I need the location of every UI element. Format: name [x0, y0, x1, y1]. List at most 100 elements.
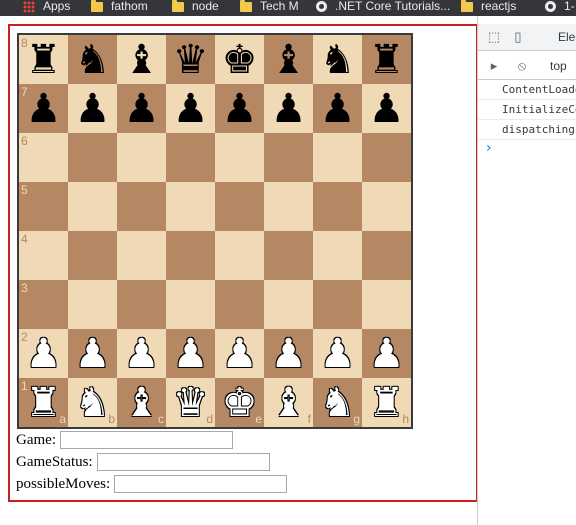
square-a3[interactable]: 3 [19, 280, 68, 329]
black-pawn-icon[interactable]: ♟ [68, 84, 117, 133]
square-b6[interactable] [68, 133, 117, 182]
game-input[interactable] [59, 431, 233, 449]
console-prompt-icon[interactable]: › [486, 140, 492, 156]
black-knight-icon[interactable]: ♞ [313, 35, 362, 84]
square-h2[interactable]: ♟ [362, 329, 411, 378]
black-pawn-icon[interactable]: ♟ [166, 84, 215, 133]
bookmark-reactjs[interactable]: reactjs [461, 0, 516, 16]
white-pawn-icon[interactable]: ♟ [313, 329, 362, 378]
context-selector[interactable]: top [550, 59, 567, 73]
square-c6[interactable] [117, 133, 166, 182]
square-f1[interactable]: ♝ f [264, 378, 313, 427]
square-b3[interactable] [68, 280, 117, 329]
square-c2[interactable]: ♟ [117, 329, 166, 378]
bookmark-node[interactable]: node [172, 0, 219, 16]
square-e3[interactable] [215, 280, 264, 329]
square-h1[interactable]: ♜ h [362, 378, 411, 427]
black-bishop-icon[interactable]: ♝ [264, 35, 313, 84]
square-g4[interactable] [313, 231, 362, 280]
square-e8[interactable]: ♚ [215, 35, 264, 84]
square-c8[interactable]: ♝ [117, 35, 166, 84]
square-h6[interactable] [362, 133, 411, 182]
square-a1[interactable]: ♜ 1 a [19, 378, 68, 427]
square-c4[interactable] [117, 231, 166, 280]
square-b8[interactable]: ♞ [68, 35, 117, 84]
square-d8[interactable]: ♛ [166, 35, 215, 84]
square-h4[interactable] [362, 231, 411, 280]
square-e6[interactable] [215, 133, 264, 182]
square-a8[interactable]: ♜ 8 [19, 35, 68, 84]
square-e1[interactable]: ♚ e [215, 378, 264, 427]
bookmark-tech-m[interactable]: Tech M [240, 0, 299, 16]
black-pawn-icon[interactable]: ♟ [313, 84, 362, 133]
square-f2[interactable]: ♟ [264, 329, 313, 378]
black-king-icon[interactable]: ♚ [215, 35, 264, 84]
square-b7[interactable]: ♟ [68, 84, 117, 133]
black-pawn-icon[interactable]: ♟ [117, 84, 166, 133]
square-g7[interactable]: ♟ [313, 84, 362, 133]
square-e7[interactable]: ♟ [215, 84, 264, 133]
square-g8[interactable]: ♞ [313, 35, 362, 84]
square-f5[interactable] [264, 182, 313, 231]
square-a4[interactable]: 4 [19, 231, 68, 280]
square-f7[interactable]: ♟ [264, 84, 313, 133]
square-g2[interactable]: ♟ [313, 329, 362, 378]
square-c1[interactable]: ♝ c [117, 378, 166, 427]
bookmark-other[interactable]: 1- [545, 0, 575, 16]
square-h3[interactable] [362, 280, 411, 329]
square-d1[interactable]: ♛ d [166, 378, 215, 427]
square-a2[interactable]: ♟ 2 [19, 329, 68, 378]
white-bishop-icon[interactable]: ♝ [264, 378, 313, 427]
black-knight-icon[interactable]: ♞ [68, 35, 117, 84]
square-c3[interactable] [117, 280, 166, 329]
inspect-element-icon[interactable]: ⬚ [487, 30, 501, 44]
device-toolbar-icon[interactable]: ▯ [511, 30, 525, 44]
square-b5[interactable] [68, 182, 117, 231]
square-a5[interactable]: 5 [19, 182, 68, 231]
white-pawn-icon[interactable]: ♟ [362, 329, 411, 378]
black-pawn-icon[interactable]: ♟ [362, 84, 411, 133]
square-b1[interactable]: ♞ b [68, 378, 117, 427]
tab-elements[interactable]: Elem [558, 30, 576, 44]
square-a6[interactable]: 6 [19, 133, 68, 182]
square-e5[interactable] [215, 182, 264, 231]
square-g5[interactable] [313, 182, 362, 231]
square-a7[interactable]: ♟ 7 [19, 84, 68, 133]
square-f6[interactable] [264, 133, 313, 182]
square-d2[interactable]: ♟ [166, 329, 215, 378]
square-b4[interactable] [68, 231, 117, 280]
black-queen-icon[interactable]: ♛ [166, 35, 215, 84]
square-c7[interactable]: ♟ [117, 84, 166, 133]
square-g3[interactable] [313, 280, 362, 329]
square-d4[interactable] [166, 231, 215, 280]
square-e4[interactable] [215, 231, 264, 280]
game-status-input[interactable] [96, 453, 270, 471]
white-pawn-icon[interactable]: ♟ [215, 329, 264, 378]
square-d6[interactable] [166, 133, 215, 182]
clear-console-icon[interactable]: ⦸ [515, 59, 529, 73]
black-bishop-icon[interactable]: ♝ [117, 35, 166, 84]
bookmark-apps[interactable]: Apps [23, 0, 70, 16]
square-d7[interactable]: ♟ [166, 84, 215, 133]
black-pawn-icon[interactable]: ♟ [264, 84, 313, 133]
black-rook-icon[interactable]: ♜ [362, 35, 411, 84]
white-pawn-icon[interactable]: ♟ [117, 329, 166, 378]
square-f8[interactable]: ♝ [264, 35, 313, 84]
square-h7[interactable]: ♟ [362, 84, 411, 133]
square-g6[interactable] [313, 133, 362, 182]
bookmark-fathom[interactable]: fathom [91, 0, 148, 16]
square-h5[interactable] [362, 182, 411, 231]
square-e2[interactable]: ♟ [215, 329, 264, 378]
white-pawn-icon[interactable]: ♟ [68, 329, 117, 378]
square-g1[interactable]: ♞ g [313, 378, 362, 427]
square-b2[interactable]: ♟ [68, 329, 117, 378]
black-pawn-icon[interactable]: ♟ [215, 84, 264, 133]
square-f3[interactable] [264, 280, 313, 329]
square-d5[interactable] [166, 182, 215, 231]
white-pawn-icon[interactable]: ♟ [264, 329, 313, 378]
square-h8[interactable]: ♜ [362, 35, 411, 84]
square-d3[interactable] [166, 280, 215, 329]
sidebar-toggle-icon[interactable]: ▸ [487, 59, 501, 73]
white-pawn-icon[interactable]: ♟ [166, 329, 215, 378]
possible-moves-input[interactable] [114, 475, 288, 493]
